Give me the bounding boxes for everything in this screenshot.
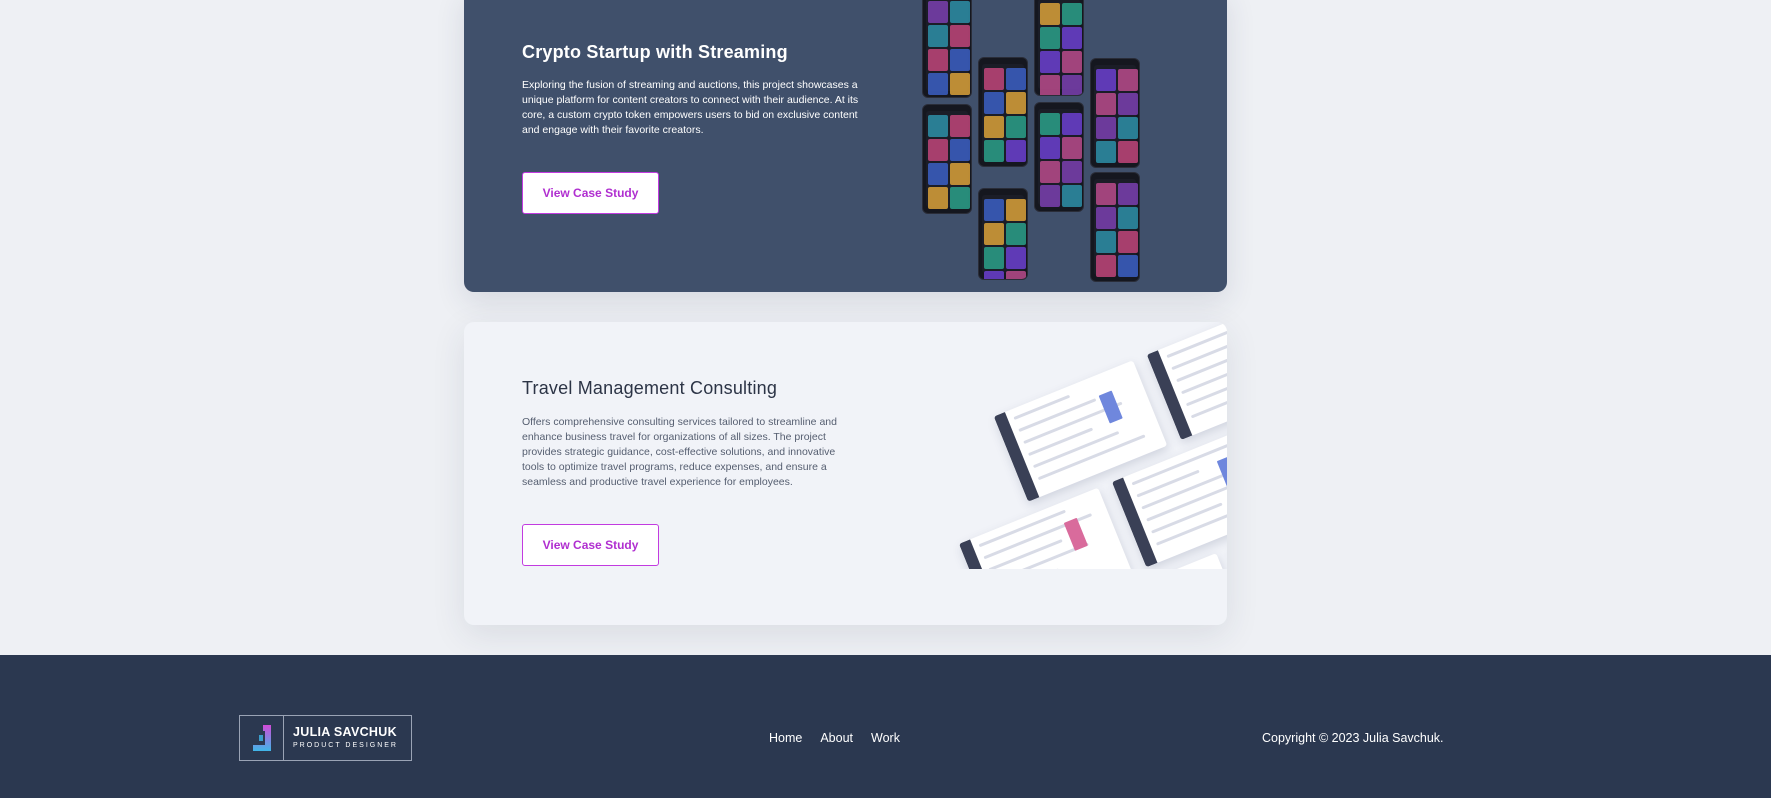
copyright-text: Copyright © 2023 Julia Savchuk. bbox=[1262, 731, 1444, 745]
dashboard-mockup bbox=[958, 487, 1133, 569]
project-description: Offers comprehensive consulting services… bbox=[522, 416, 837, 488]
footer-nav: Home About Work bbox=[769, 731, 900, 745]
project-card-travel: Travel Management Consulting Offers comp… bbox=[464, 322, 1227, 625]
phone-mockup bbox=[1034, 102, 1084, 212]
view-case-study-button[interactable]: View Case Study bbox=[522, 524, 659, 566]
dashboard-mockup-group bbox=[934, 322, 1227, 569]
phone-mockup bbox=[978, 188, 1028, 280]
dashboard-mockup bbox=[1146, 322, 1227, 440]
dashboard-mockups bbox=[934, 322, 1227, 569]
phone-mockup bbox=[1090, 58, 1140, 168]
footer-nav-about[interactable]: About bbox=[820, 731, 853, 745]
project-title: Crypto Startup with Streaming bbox=[522, 42, 788, 62]
phone-mockup bbox=[978, 57, 1028, 167]
phone-mockup bbox=[1034, 0, 1084, 96]
project-title: Travel Management Consulting bbox=[522, 378, 778, 398]
logo-name: JULIA SAVCHUK bbox=[293, 725, 397, 739]
footer-nav-work[interactable]: Work bbox=[871, 731, 900, 745]
logo-mark-icon bbox=[240, 716, 284, 760]
view-case-study-button[interactable]: View Case Study bbox=[522, 172, 659, 214]
phone-mockup bbox=[1090, 172, 1140, 282]
project-description: Exploring the fusion of streaming and au… bbox=[522, 79, 859, 136]
footer-nav-home[interactable]: Home bbox=[769, 731, 802, 745]
logo-role: PRODUCT DESIGNER bbox=[293, 742, 398, 749]
phone-mockup bbox=[922, 104, 972, 214]
brand-logo[interactable]: JULIA SAVCHUK PRODUCT DESIGNER bbox=[239, 715, 412, 761]
phone-mockup bbox=[922, 0, 972, 98]
phone-mockup-layer bbox=[922, 0, 1142, 282]
